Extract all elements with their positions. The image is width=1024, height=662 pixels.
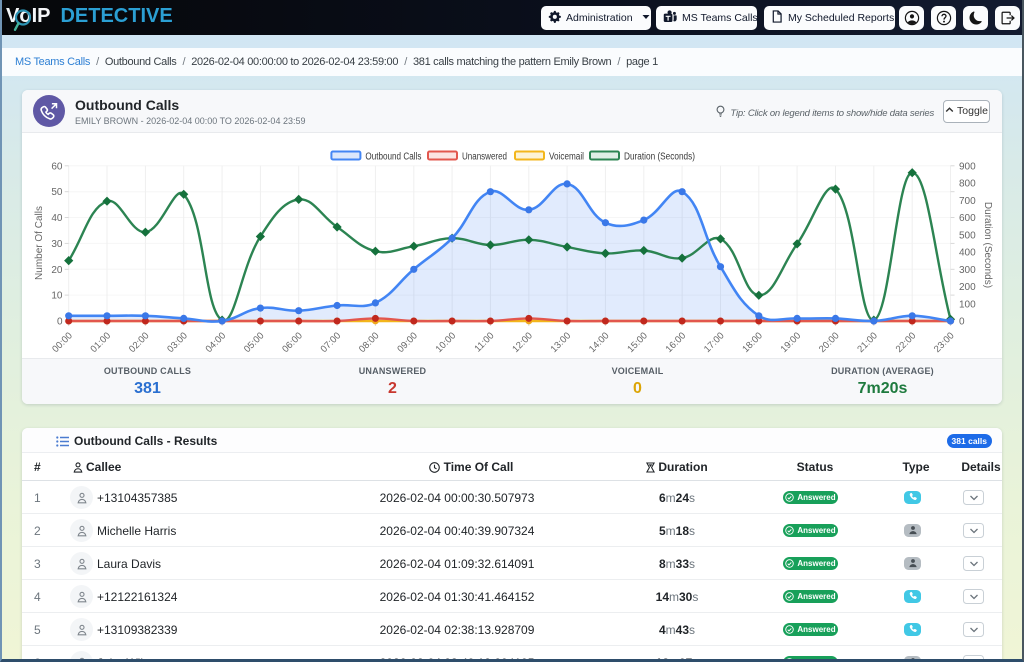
svg-text:08:00: 08:00 <box>357 330 382 355</box>
svg-text:Number Of Calls: Number Of Calls <box>34 206 45 280</box>
svg-text:09:00: 09:00 <box>395 330 420 355</box>
svg-text:800: 800 <box>959 179 976 190</box>
svg-text:21:00: 21:00 <box>855 330 880 355</box>
svg-text:Unanswered: Unanswered <box>462 152 507 163</box>
svg-text:0: 0 <box>57 317 63 328</box>
svg-text:04:00: 04:00 <box>204 330 229 355</box>
svg-text:100: 100 <box>959 299 976 310</box>
svg-text:0: 0 <box>959 317 965 328</box>
svg-text:14:00: 14:00 <box>587 330 612 355</box>
svg-text:02:00: 02:00 <box>127 330 152 355</box>
svg-text:20: 20 <box>51 265 63 276</box>
svg-text:20:00: 20:00 <box>817 330 842 355</box>
svg-text:11:00: 11:00 <box>472 330 496 354</box>
svg-text:Duration (Seconds): Duration (Seconds) <box>982 202 993 288</box>
svg-text:00:00: 00:00 <box>50 330 75 355</box>
svg-text:16:00: 16:00 <box>664 330 689 355</box>
svg-text:Voicemail: Voicemail <box>549 152 584 163</box>
svg-text:22:00: 22:00 <box>894 330 919 355</box>
svg-text:15:00: 15:00 <box>625 330 650 355</box>
svg-text:500: 500 <box>959 230 976 241</box>
svg-text:Duration (Seconds): Duration (Seconds) <box>624 152 695 163</box>
svg-text:03:00: 03:00 <box>165 330 190 355</box>
svg-text:23:00: 23:00 <box>932 330 957 355</box>
svg-text:13:00: 13:00 <box>549 330 574 355</box>
svg-text:600: 600 <box>959 213 976 224</box>
svg-text:10:00: 10:00 <box>434 330 459 355</box>
svg-text:07:00: 07:00 <box>319 330 344 355</box>
svg-text:06:00: 06:00 <box>280 330 305 355</box>
svg-text:18:00: 18:00 <box>740 330 765 355</box>
svg-text:40: 40 <box>51 213 63 224</box>
svg-text:30: 30 <box>51 239 63 250</box>
svg-text:900: 900 <box>959 161 976 172</box>
svg-text:50: 50 <box>51 187 63 198</box>
svg-text:60: 60 <box>51 161 63 172</box>
svg-text:12:00: 12:00 <box>510 330 535 355</box>
svg-text:Outbound Calls: Outbound Calls <box>365 152 421 163</box>
svg-text:200: 200 <box>959 282 976 293</box>
svg-text:400: 400 <box>959 248 976 259</box>
svg-text:19:00: 19:00 <box>779 330 804 355</box>
svg-text:01:00: 01:00 <box>89 330 114 355</box>
svg-text:300: 300 <box>959 265 976 276</box>
svg-text:700: 700 <box>959 196 976 207</box>
svg-text:10: 10 <box>51 291 63 302</box>
svg-text:05:00: 05:00 <box>242 330 267 355</box>
svg-text:17:00: 17:00 <box>702 330 727 355</box>
